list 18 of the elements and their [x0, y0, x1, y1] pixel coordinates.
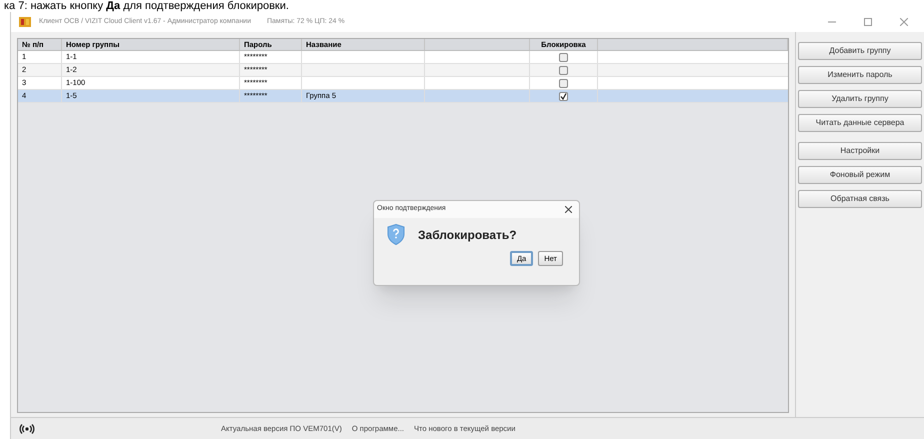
shield-question-icon — [387, 224, 405, 245]
side-button[interactable]: Фоновый режим — [798, 166, 922, 184]
app-icon — [19, 17, 31, 27]
side-button[interactable]: Читать данные сервера — [798, 114, 922, 132]
close-icon[interactable] — [565, 206, 572, 213]
maximize-icon[interactable] — [864, 18, 872, 26]
checkbox[interactable] — [559, 52, 568, 62]
checkbox[interactable] — [559, 66, 568, 74]
checkbox[interactable] — [559, 78, 568, 88]
side-button[interactable]: Обратная связь — [798, 190, 922, 208]
checkbox[interactable] — [559, 92, 568, 100]
broadcast-icon — [19, 424, 35, 434]
side-button[interactable]: Изменить пароль — [798, 66, 922, 84]
side-button[interactable]: Добавить группу — [798, 42, 922, 60]
side-button[interactable]: Удалить группу — [798, 90, 922, 108]
side-button[interactable]: Настройки — [798, 142, 922, 160]
caption-text: ка 7: нажать кнопку Да для подтверждения блокировки. — [4, 0, 289, 12]
dialog-message: Заблокировать? — [418, 226, 517, 244]
